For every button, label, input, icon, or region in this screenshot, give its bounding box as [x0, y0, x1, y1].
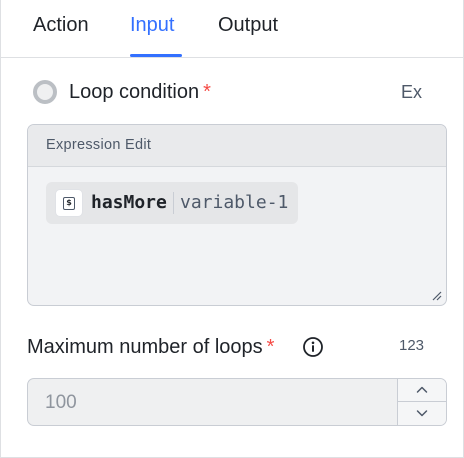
required-mark: *	[203, 81, 211, 103]
chevron-down-icon	[416, 410, 428, 417]
dollar-variable-icon: $	[55, 189, 83, 217]
tab-input[interactable]: Input	[130, 11, 174, 39]
resize-handle-icon[interactable]	[430, 289, 442, 301]
info-icon[interactable]	[302, 336, 324, 358]
max-loops-label: Maximum number of loops *	[27, 334, 274, 360]
expression-editor-title: Expression Edit	[46, 137, 152, 153]
loop-condition-label: Loop condition *	[69, 79, 211, 105]
variable-name: hasMore	[91, 192, 167, 213]
expression-editor-header: Expression Edit	[28, 125, 446, 167]
chevron-up-icon	[416, 386, 428, 393]
tab-bar: Action Input Output	[1, 0, 463, 58]
tab-action[interactable]: Action	[33, 11, 89, 39]
loop-condition-label-text: Loop condition	[69, 81, 200, 103]
max-loops-input[interactable]: 100	[27, 378, 447, 426]
max-loops-value: 100	[45, 392, 77, 413]
decrement-button[interactable]	[398, 402, 446, 425]
variable-source: variable-1	[180, 192, 289, 213]
variable-chip[interactable]: $ hasMore variable-1	[46, 182, 298, 224]
number-type-badge: 123	[399, 337, 425, 354]
max-loops-label-text: Maximum number of loops	[27, 336, 263, 358]
expression-editor[interactable]: Expression Edit $ hasMore variable-1	[27, 124, 447, 306]
expression-mode-button[interactable]: Ex	[401, 80, 422, 104]
number-stepper	[397, 379, 446, 425]
increment-button[interactable]	[398, 379, 446, 402]
chip-divider	[173, 192, 174, 214]
node-config-panel: Action Input Output Loop condition * Ex E…	[0, 0, 464, 458]
dollar-glyph: $	[63, 197, 75, 210]
active-tab-indicator	[130, 54, 182, 57]
loop-condition-radio[interactable]	[33, 80, 57, 104]
required-mark: *	[266, 336, 275, 358]
tab-output[interactable]: Output	[218, 11, 278, 39]
